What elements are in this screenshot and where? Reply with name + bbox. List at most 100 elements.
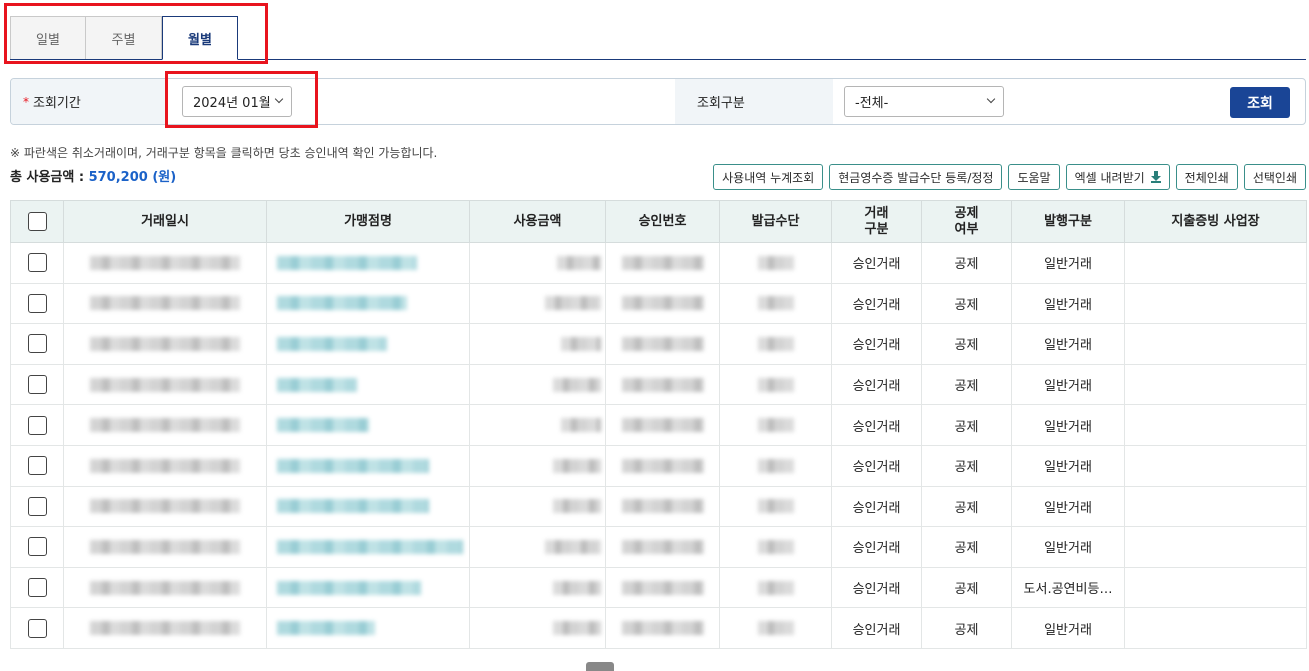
- tab-monthly[interactable]: 월별: [162, 16, 238, 60]
- header-amount[interactable]: 사용금액: [469, 200, 606, 243]
- cell-issue-type: 일반거래: [1011, 363, 1125, 406]
- header-issue-means[interactable]: 발급수단: [719, 200, 832, 243]
- cell-datetime: [63, 404, 267, 446]
- redacted-issue-means: [757, 621, 794, 636]
- register-means-button[interactable]: 현금영수증 발급수단 등록/정정: [829, 164, 1003, 190]
- redacted-merchant[interactable]: [277, 418, 369, 433]
- cell-approval: [605, 444, 720, 487]
- row-checkbox[interactable]: [27, 415, 47, 435]
- table-body: 승인거래 공제 일반거래 승인거래 공제 일반거래 승인거래 공제 일반거래 승인거래 공제 일반거래…: [10, 242, 1307, 649]
- total-amount: 총 사용금액 : 570,200 (원): [10, 166, 176, 185]
- header-datetime[interactable]: 거래일시: [63, 200, 267, 243]
- redacted-amount: [545, 539, 601, 554]
- search-button[interactable]: 조회: [1230, 87, 1290, 118]
- cell-issue-means: [719, 526, 832, 568]
- redacted-merchant[interactable]: [277, 621, 375, 636]
- redacted-merchant[interactable]: [277, 296, 407, 311]
- cell-trans-type[interactable]: 승인거래: [831, 566, 922, 609]
- table-row[interactable]: 승인거래 공제 일반거래: [10, 363, 1307, 406]
- period-cell: 2024년 01월: [167, 79, 675, 124]
- cell-approval: [605, 607, 720, 649]
- table-row[interactable]: 승인거래 공제 일반거래: [10, 526, 1307, 568]
- redacted-merchant[interactable]: [277, 539, 463, 554]
- row-checkbox[interactable]: [27, 334, 47, 354]
- redacted-amount: [561, 336, 601, 351]
- period-select[interactable]: 2024년 01월: [182, 86, 292, 117]
- help-button[interactable]: 도움말: [1008, 164, 1060, 190]
- cell-merchant: [266, 444, 470, 487]
- redacted-datetime: [90, 255, 240, 270]
- header-deduction[interactable]: 공제 여부: [921, 200, 1012, 243]
- redacted-amount: [553, 621, 601, 636]
- row-checkbox[interactable]: [27, 293, 47, 313]
- cell-trans-type[interactable]: 승인거래: [831, 404, 922, 446]
- row-checkbox[interactable]: [27, 375, 47, 395]
- header-select-all: [10, 200, 64, 243]
- header-issue-type[interactable]: 발행구분: [1011, 200, 1125, 243]
- cell-business: [1124, 323, 1307, 365]
- cell-trans-type[interactable]: 승인거래: [831, 444, 922, 487]
- print-selected-button[interactable]: 선택인쇄: [1243, 164, 1306, 190]
- cell-datetime: [63, 485, 267, 528]
- table-row[interactable]: 승인거래 공제 일반거래: [10, 242, 1307, 284]
- cell-trans-type[interactable]: 승인거래: [831, 607, 922, 649]
- table-header-row: 거래일시 가맹점명 사용금액 승인번호 발급수단 거래 구분 공제 여부 발행구…: [10, 200, 1307, 243]
- row-checkbox[interactable]: [27, 253, 47, 273]
- redacted-issue-means: [757, 296, 794, 311]
- row-checkbox[interactable]: [27, 496, 47, 516]
- header-approval[interactable]: 승인번호: [605, 200, 720, 243]
- table-row[interactable]: 승인거래 공제 일반거래: [10, 282, 1307, 325]
- transactions-table: 거래일시 가맹점명 사용금액 승인번호 발급수단 거래 구분 공제 여부 발행구…: [10, 200, 1307, 649]
- cell-deduction: 공제: [921, 242, 1012, 284]
- total-label: 총 사용금액 :: [10, 170, 89, 185]
- redacted-merchant[interactable]: [277, 336, 387, 351]
- cell-trans-type[interactable]: 승인거래: [831, 363, 922, 406]
- cell-datetime: [63, 444, 267, 487]
- table-row[interactable]: 승인거래 공제 도서.공연비등…: [10, 566, 1307, 609]
- redacted-merchant[interactable]: [277, 580, 421, 595]
- redacted-merchant[interactable]: [277, 499, 429, 514]
- tab-daily[interactable]: 일별: [10, 16, 86, 59]
- row-select-cell: [10, 323, 64, 365]
- row-checkbox[interactable]: [27, 537, 47, 557]
- header-trans-type[interactable]: 거래 구분: [831, 200, 922, 243]
- cell-trans-type[interactable]: 승인거래: [831, 485, 922, 528]
- table-row[interactable]: 승인거래 공제 일반거래: [10, 323, 1307, 365]
- cell-trans-type[interactable]: 승인거래: [831, 323, 922, 365]
- redacted-approval: [621, 377, 704, 392]
- table-row[interactable]: 승인거래 공제 일반거래: [10, 607, 1307, 649]
- row-select-cell: [10, 566, 64, 609]
- cell-business: [1124, 485, 1307, 528]
- cell-trans-type[interactable]: 승인거래: [831, 282, 922, 325]
- header-merchant[interactable]: 가맹점명: [266, 200, 470, 243]
- header-business[interactable]: 지출증빙 사업장: [1124, 200, 1307, 243]
- table-row[interactable]: 승인거래 공제 일반거래: [10, 485, 1307, 528]
- redacted-merchant[interactable]: [277, 255, 417, 270]
- cumulative-inquiry-button[interactable]: 사용내역 누계조회: [713, 164, 824, 190]
- excel-download-button[interactable]: 엑셀 내려받기: [1065, 164, 1170, 190]
- redacted-merchant[interactable]: [277, 377, 357, 392]
- cell-amount: [469, 607, 606, 649]
- cell-merchant: [266, 526, 470, 568]
- type-select[interactable]: -전체-: [844, 86, 1004, 117]
- redacted-merchant[interactable]: [277, 458, 429, 473]
- tab-weekly[interactable]: 주별: [86, 16, 162, 59]
- excel-download-label: 엑셀 내려받기: [1074, 170, 1145, 185]
- table-row[interactable]: 승인거래 공제 일반거래: [10, 444, 1307, 487]
- row-checkbox[interactable]: [27, 456, 47, 476]
- print-all-button[interactable]: 전체인쇄: [1175, 164, 1238, 190]
- redacted-approval: [621, 621, 704, 636]
- cell-business: [1124, 444, 1307, 487]
- row-checkbox[interactable]: [27, 578, 47, 598]
- row-select-cell: [10, 485, 64, 528]
- header-trans-type-label: 거래 구분: [864, 205, 889, 237]
- pagination-button[interactable]: [586, 662, 614, 671]
- cell-merchant: [266, 404, 470, 446]
- select-all-checkbox[interactable]: [27, 212, 47, 231]
- row-checkbox[interactable]: [27, 618, 47, 638]
- cell-trans-type[interactable]: 승인거래: [831, 242, 922, 284]
- redacted-approval: [621, 296, 704, 311]
- cell-trans-type[interactable]: 승인거래: [831, 526, 922, 568]
- cell-approval: [605, 363, 720, 406]
- table-row[interactable]: 승인거래 공제 일반거래: [10, 404, 1307, 446]
